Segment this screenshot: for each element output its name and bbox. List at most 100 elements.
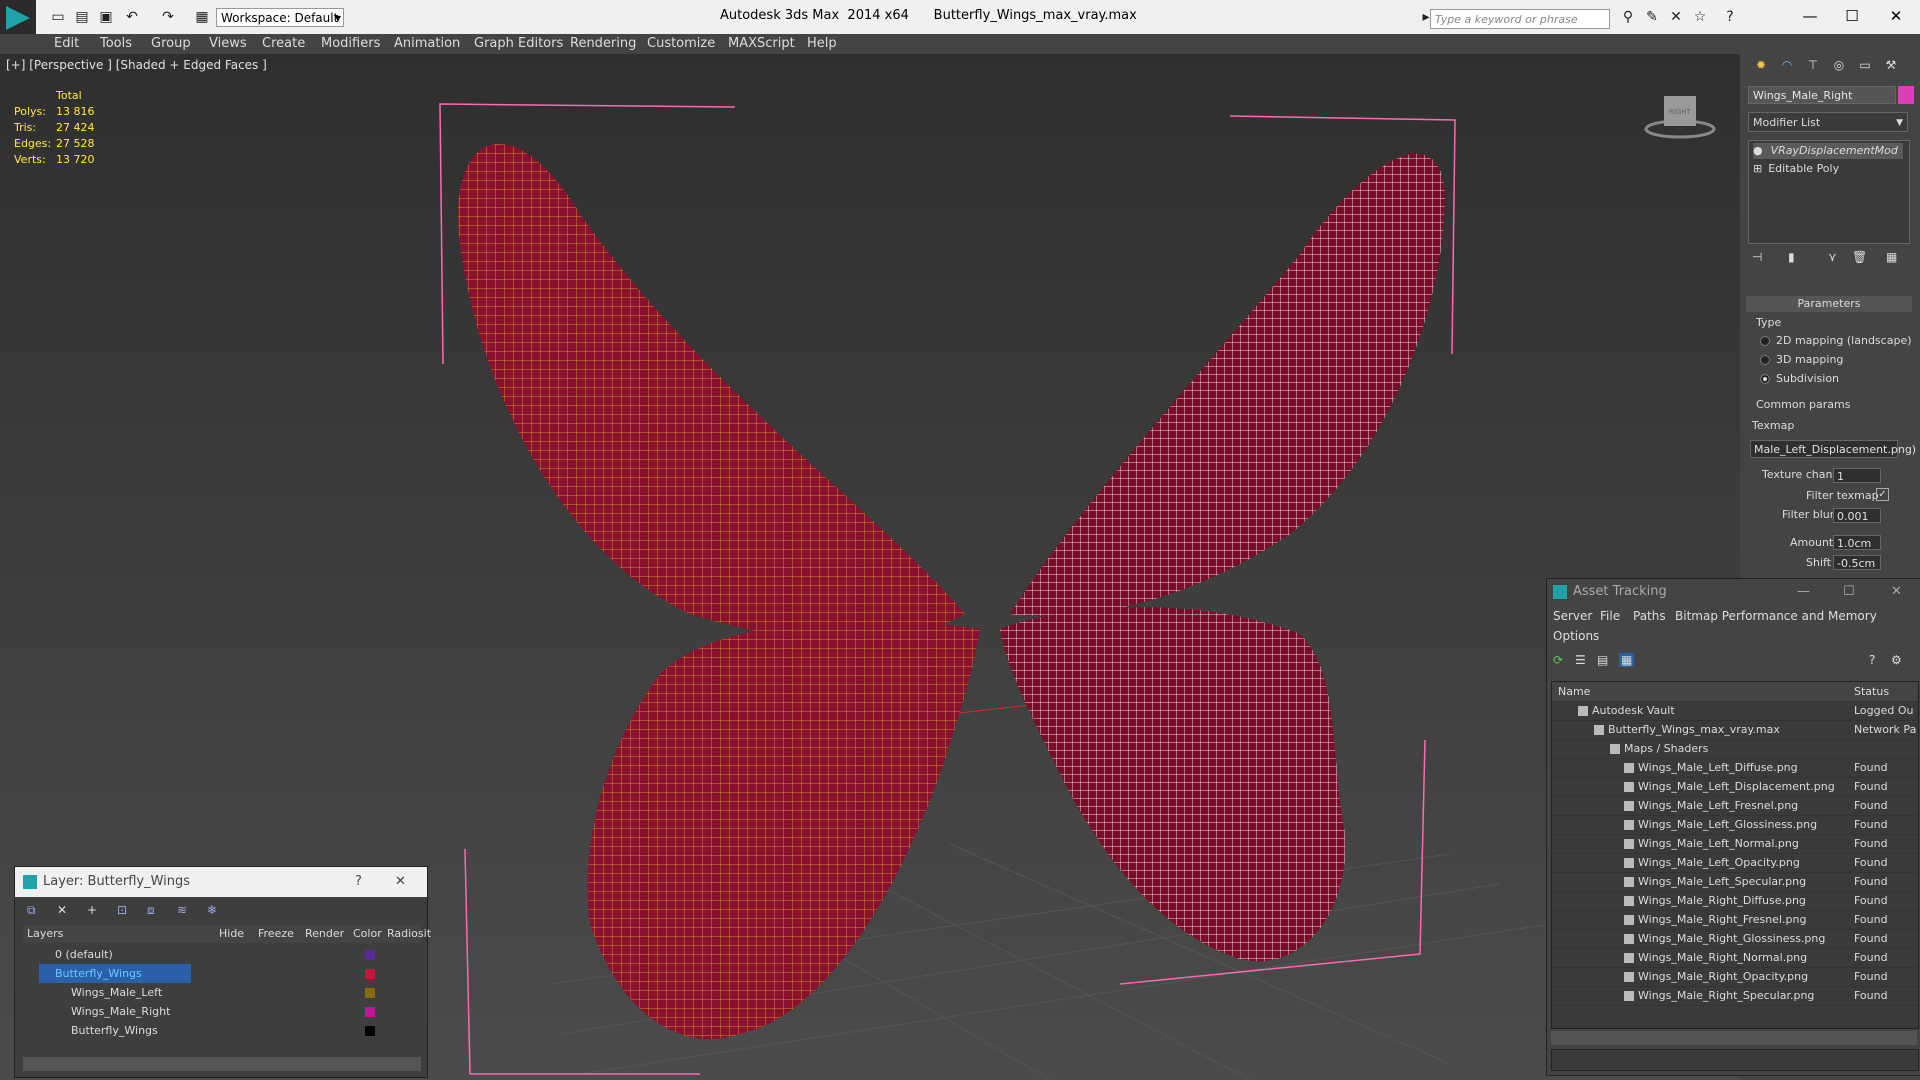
stack-item-editable-poly[interactable]: ⊞ Editable Poly <box>1753 161 1903 177</box>
layer-row[interactable]: Wings_Male_Left <box>25 983 423 1002</box>
layer-row[interactable]: Butterfly_Wings <box>25 1021 423 1040</box>
modify-tab-icon[interactable]: ◠ <box>1776 58 1798 78</box>
list-item[interactable]: Wings_Male_Left_Specular.png Found <box>1552 872 1918 892</box>
hierarchy-tab-icon[interactable]: ⊤ <box>1802 58 1824 78</box>
list-item[interactable]: Wings_Male_Right_Opacity.png Found <box>1552 967 1918 987</box>
menu-rendering[interactable]: Rendering <box>570 34 636 54</box>
minimize-button[interactable]: — <box>1797 579 1810 605</box>
new-file-icon[interactable]: ▭ <box>48 7 68 27</box>
list-item[interactable]: Autodesk Vault Logged Ou <box>1552 701 1918 721</box>
menu-customize[interactable]: Customize <box>647 34 715 54</box>
layer-row[interactable]: 0 (default) <box>25 945 423 964</box>
delete-layer-icon[interactable]: ✕ <box>57 903 67 917</box>
highlight-selected-icon[interactable]: ⧈ <box>147 903 155 918</box>
menu-help[interactable]: Help <box>807 34 837 54</box>
layer-color-swatch[interactable] <box>365 950 375 960</box>
menu-animation[interactable]: Animation <box>394 34 460 54</box>
stack-item-vraydisplacement[interactable]: ● VRayDisplacementMod <box>1753 143 1903 159</box>
object-color-swatch[interactable] <box>1898 86 1914 104</box>
horizontal-scrollbar[interactable] <box>23 1057 421 1071</box>
create-layer-icon[interactable]: ⧉ <box>27 903 36 918</box>
texmap-button[interactable]: Male_Left_Displacement.png) <box>1750 440 1916 458</box>
minimize-button[interactable]: — <box>1790 4 1830 28</box>
menu-group[interactable]: Group <box>151 34 191 54</box>
asset-menu-options[interactable]: Options <box>1553 629 1599 643</box>
list-item[interactable]: Wings_Male_Right_Specular.png Found <box>1552 986 1918 1006</box>
pin-stack-icon[interactable]: ⊣ <box>1752 250 1762 264</box>
viewport-label[interactable]: [+] [Perspective ] [Shaded + Edged Faces… <box>6 58 267 72</box>
filter-texmap-checkbox[interactable]: ✓ <box>1876 488 1889 501</box>
maximize-button[interactable]: ☐ <box>1843 579 1855 605</box>
list-item[interactable]: Wings_Male_Right_Fresnel.png Found <box>1552 910 1918 930</box>
amount-spinner[interactable]: 1.0cm <box>1833 535 1881 550</box>
redo-icon[interactable]: ↷ <box>158 7 178 27</box>
list-item[interactable]: Wings_Male_Left_Normal.png Found <box>1552 834 1918 854</box>
filter-blur-spinner[interactable]: 0.001 <box>1833 508 1881 523</box>
col-name[interactable]: Name <box>1558 682 1590 701</box>
list-item[interactable]: Wings_Male_Right_Normal.png Found <box>1552 948 1918 968</box>
list-item[interactable]: Wings_Male_Right_Diffuse.png Found <box>1552 891 1918 911</box>
layer-color-swatch[interactable] <box>365 1026 375 1036</box>
freeze-all-icon[interactable]: ❄ <box>207 903 217 917</box>
asset-menu-bitmap-performance[interactable]: Bitmap Performance and Memory <box>1675 609 1877 623</box>
maximize-button[interactable]: ☐ <box>1832 4 1872 28</box>
configure-sets-icon[interactable]: ▦ <box>1886 250 1897 264</box>
col-freeze[interactable]: Freeze <box>258 925 294 943</box>
asset-dialog-titlebar[interactable]: Asset Tracking — ☐ ✕ <box>1547 579 1920 605</box>
menu-graph-editors[interactable]: Graph Editors <box>474 34 563 54</box>
create-tab-icon[interactable]: ✹ <box>1750 58 1772 78</box>
col-render[interactable]: Render <box>305 925 344 943</box>
make-unique-icon[interactable]: ⋎ <box>1828 250 1837 264</box>
asset-menu-paths[interactable]: Paths <box>1633 609 1666 623</box>
list-item[interactable]: Wings_Male_Left_Fresnel.png Found <box>1552 796 1918 816</box>
layer-color-swatch[interactable] <box>365 1007 375 1017</box>
remove-modifier-icon[interactable]: 🗑 <box>1852 250 1867 264</box>
col-status[interactable]: Status <box>1854 682 1889 701</box>
menu-edit[interactable]: Edit <box>54 34 79 54</box>
binoculars-icon[interactable]: ⚲ <box>1618 7 1638 27</box>
help-button[interactable]: ? <box>355 867 362 897</box>
list-item[interactable]: Wings_Male_Left_Diffuse.png Found <box>1552 758 1918 778</box>
display-tab-icon[interactable]: ▭ <box>1854 58 1876 78</box>
list-item[interactable]: Maps / Shaders <box>1552 739 1918 759</box>
favorites-star-icon[interactable]: ☆ <box>1690 7 1710 27</box>
workspace-dropdown[interactable]: Workspace: Default ▼ <box>216 8 344 27</box>
menu-modifiers[interactable]: Modifiers <box>321 34 380 54</box>
save-file-icon[interactable]: ▣ <box>96 7 116 27</box>
table-view-icon[interactable]: ▦ <box>1619 653 1635 667</box>
viewcube[interactable]: RIGHT <box>1644 96 1716 139</box>
texture-chan-spinner[interactable]: 1 <box>1833 468 1881 483</box>
list-item[interactable]: Wings_Male_Left_Opacity.png Found <box>1552 853 1918 873</box>
close-button[interactable]: ✕ <box>1876 4 1916 28</box>
project-folder-icon[interactable]: ▦ <box>192 7 212 27</box>
layer-dialog-titlebar[interactable]: Layer: Butterfly_Wings ? ✕ <box>15 867 427 897</box>
radio-3d-mapping[interactable]: 3D mapping <box>1760 353 1843 366</box>
thumbnail-view-icon[interactable]: ▤ <box>1597 653 1608 667</box>
horizontal-scrollbar[interactable] <box>1551 1031 1917 1045</box>
menu-maxscript[interactable]: MAXScript <box>728 34 795 54</box>
search-input[interactable]: Type a keyword or phrase <box>1430 9 1610 29</box>
help-icon[interactable]: ? <box>1869 653 1875 667</box>
hide-all-icon[interactable]: ≋ <box>177 903 187 917</box>
utilities-tab-icon[interactable]: ⚒ <box>1880 58 1902 78</box>
layer-color-swatch[interactable] <box>365 969 375 979</box>
close-button[interactable]: ✕ <box>395 867 406 897</box>
shift-spinner[interactable]: -0.5cm <box>1833 555 1881 570</box>
menu-tools[interactable]: Tools <box>100 34 132 54</box>
list-item[interactable]: Wings_Male_Right_Glossiness.png Found <box>1552 929 1918 949</box>
menu-views[interactable]: Views <box>209 34 247 54</box>
lightbulb-icon[interactable]: ● <box>1753 144 1763 157</box>
col-layers[interactable]: Layers <box>27 925 63 943</box>
asset-menu-server[interactable]: Server <box>1553 609 1592 623</box>
layer-row[interactable]: Wings_Male_Right <box>25 1002 423 1021</box>
asset-menu-file[interactable]: File <box>1600 609 1620 623</box>
undo-icon[interactable]: ↶ <box>122 7 142 27</box>
radio-subdivision[interactable]: Subdivision <box>1760 372 1839 385</box>
settings-gear-icon[interactable]: ⚙ <box>1891 653 1902 667</box>
show-end-result-icon[interactable]: ▮ <box>1788 250 1795 264</box>
list-item[interactable]: Wings_Male_Left_Displacement.png Found <box>1552 777 1918 797</box>
parameters-rollout[interactable]: Parameters <box>1746 296 1912 312</box>
radio-2d-mapping[interactable]: 2D mapping (landscape) <box>1760 334 1912 347</box>
open-file-icon[interactable]: ▤ <box>72 7 92 27</box>
col-color[interactable]: Color <box>353 925 382 943</box>
